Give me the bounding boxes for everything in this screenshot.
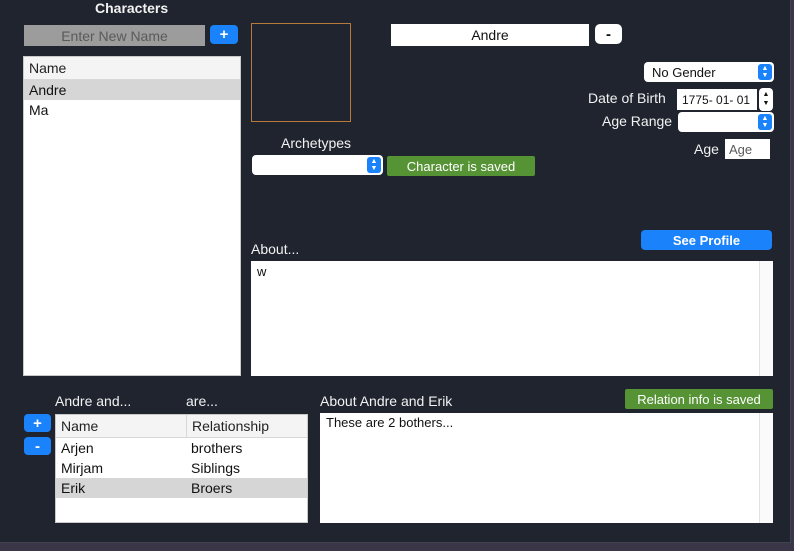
- relation-about-text: These are 2 bothers...: [326, 415, 454, 430]
- column-header-relationship[interactable]: Relationship: [186, 415, 307, 437]
- about-label: About...: [251, 241, 300, 257]
- chevron-up-icon[interactable]: ▲: [763, 91, 770, 98]
- relation-name: Arjen: [61, 440, 94, 456]
- date-stepper[interactable]: ▲ ▼: [759, 88, 773, 111]
- add-relation-button[interactable]: +: [24, 414, 51, 432]
- app-window: Characters input::placeholder{color:#5a5…: [0, 0, 791, 543]
- new-character-name-input[interactable]: [24, 25, 205, 46]
- chevron-down-icon[interactable]: ▼: [763, 100, 770, 107]
- archetypes-label: Archetypes: [281, 135, 352, 151]
- relation-about-text-area[interactable]: These are 2 bothers...: [320, 413, 773, 523]
- characters-title: Characters: [95, 0, 169, 16]
- about-scrollbar[interactable]: [759, 261, 773, 376]
- add-character-button[interactable]: +: [210, 25, 238, 44]
- archetype-select[interactable]: ▲ ▼: [252, 155, 383, 175]
- about-text-area[interactable]: w: [251, 261, 773, 376]
- character-row[interactable]: Ma: [24, 100, 240, 120]
- about-text: w: [257, 264, 267, 279]
- character-image-well[interactable]: [251, 23, 351, 122]
- age-label: Age: [694, 141, 719, 157]
- column-header-name[interactable]: Name: [56, 415, 186, 437]
- see-profile-button[interactable]: See Profile: [641, 230, 772, 250]
- character-list[interactable]: Name Andre Ma: [23, 56, 241, 376]
- relation-type: Broers: [191, 480, 233, 496]
- relation-name: Erik: [61, 480, 86, 496]
- relation-type: Siblings: [191, 460, 241, 476]
- chevron-updown-icon: ▲ ▼: [758, 64, 772, 80]
- remove-character-button[interactable]: -: [595, 24, 622, 44]
- character-list-header[interactable]: Name: [24, 57, 240, 80]
- age-input[interactable]: [725, 139, 770, 159]
- character-row[interactable]: Andre: [24, 80, 240, 100]
- relation-row[interactable]: Arjen brothers: [56, 438, 307, 458]
- chevron-updown-icon: ▲ ▼: [367, 157, 381, 173]
- remove-relation-button[interactable]: -: [24, 437, 51, 455]
- age-range-label: Age Range: [602, 113, 673, 129]
- relations-table[interactable]: Name Relationship Arjen brothers Mirjam …: [55, 414, 308, 523]
- relations-table-header: Name Relationship: [56, 415, 307, 438]
- relation-about-label: About Andre and Erik: [320, 393, 453, 409]
- relation-name: Mirjam: [61, 460, 103, 476]
- date-of-birth-label: Date of Birth: [588, 90, 666, 106]
- relation-type: brothers: [191, 440, 243, 456]
- chevron-updown-icon: ▲ ▼: [758, 114, 772, 130]
- relations-are-label: are...: [186, 393, 218, 409]
- relation-about-scrollbar[interactable]: [759, 413, 773, 523]
- relations-subject-label: Andre and...: [55, 393, 132, 409]
- age-range-select[interactable]: ▲ ▼: [678, 112, 774, 132]
- gender-select-value: No Gender: [652, 64, 716, 80]
- relation-saved-badge: Relation info is saved: [625, 389, 773, 409]
- gender-select[interactable]: No Gender ▲ ▼: [644, 62, 774, 82]
- character-name-field[interactable]: Andre: [391, 24, 589, 46]
- date-of-birth-field[interactable]: 1775- 01- 01: [677, 89, 757, 110]
- character-saved-badge: Character is saved: [387, 156, 535, 176]
- relation-row[interactable]: Mirjam Siblings: [56, 458, 307, 478]
- relation-row[interactable]: Erik Broers: [56, 478, 307, 498]
